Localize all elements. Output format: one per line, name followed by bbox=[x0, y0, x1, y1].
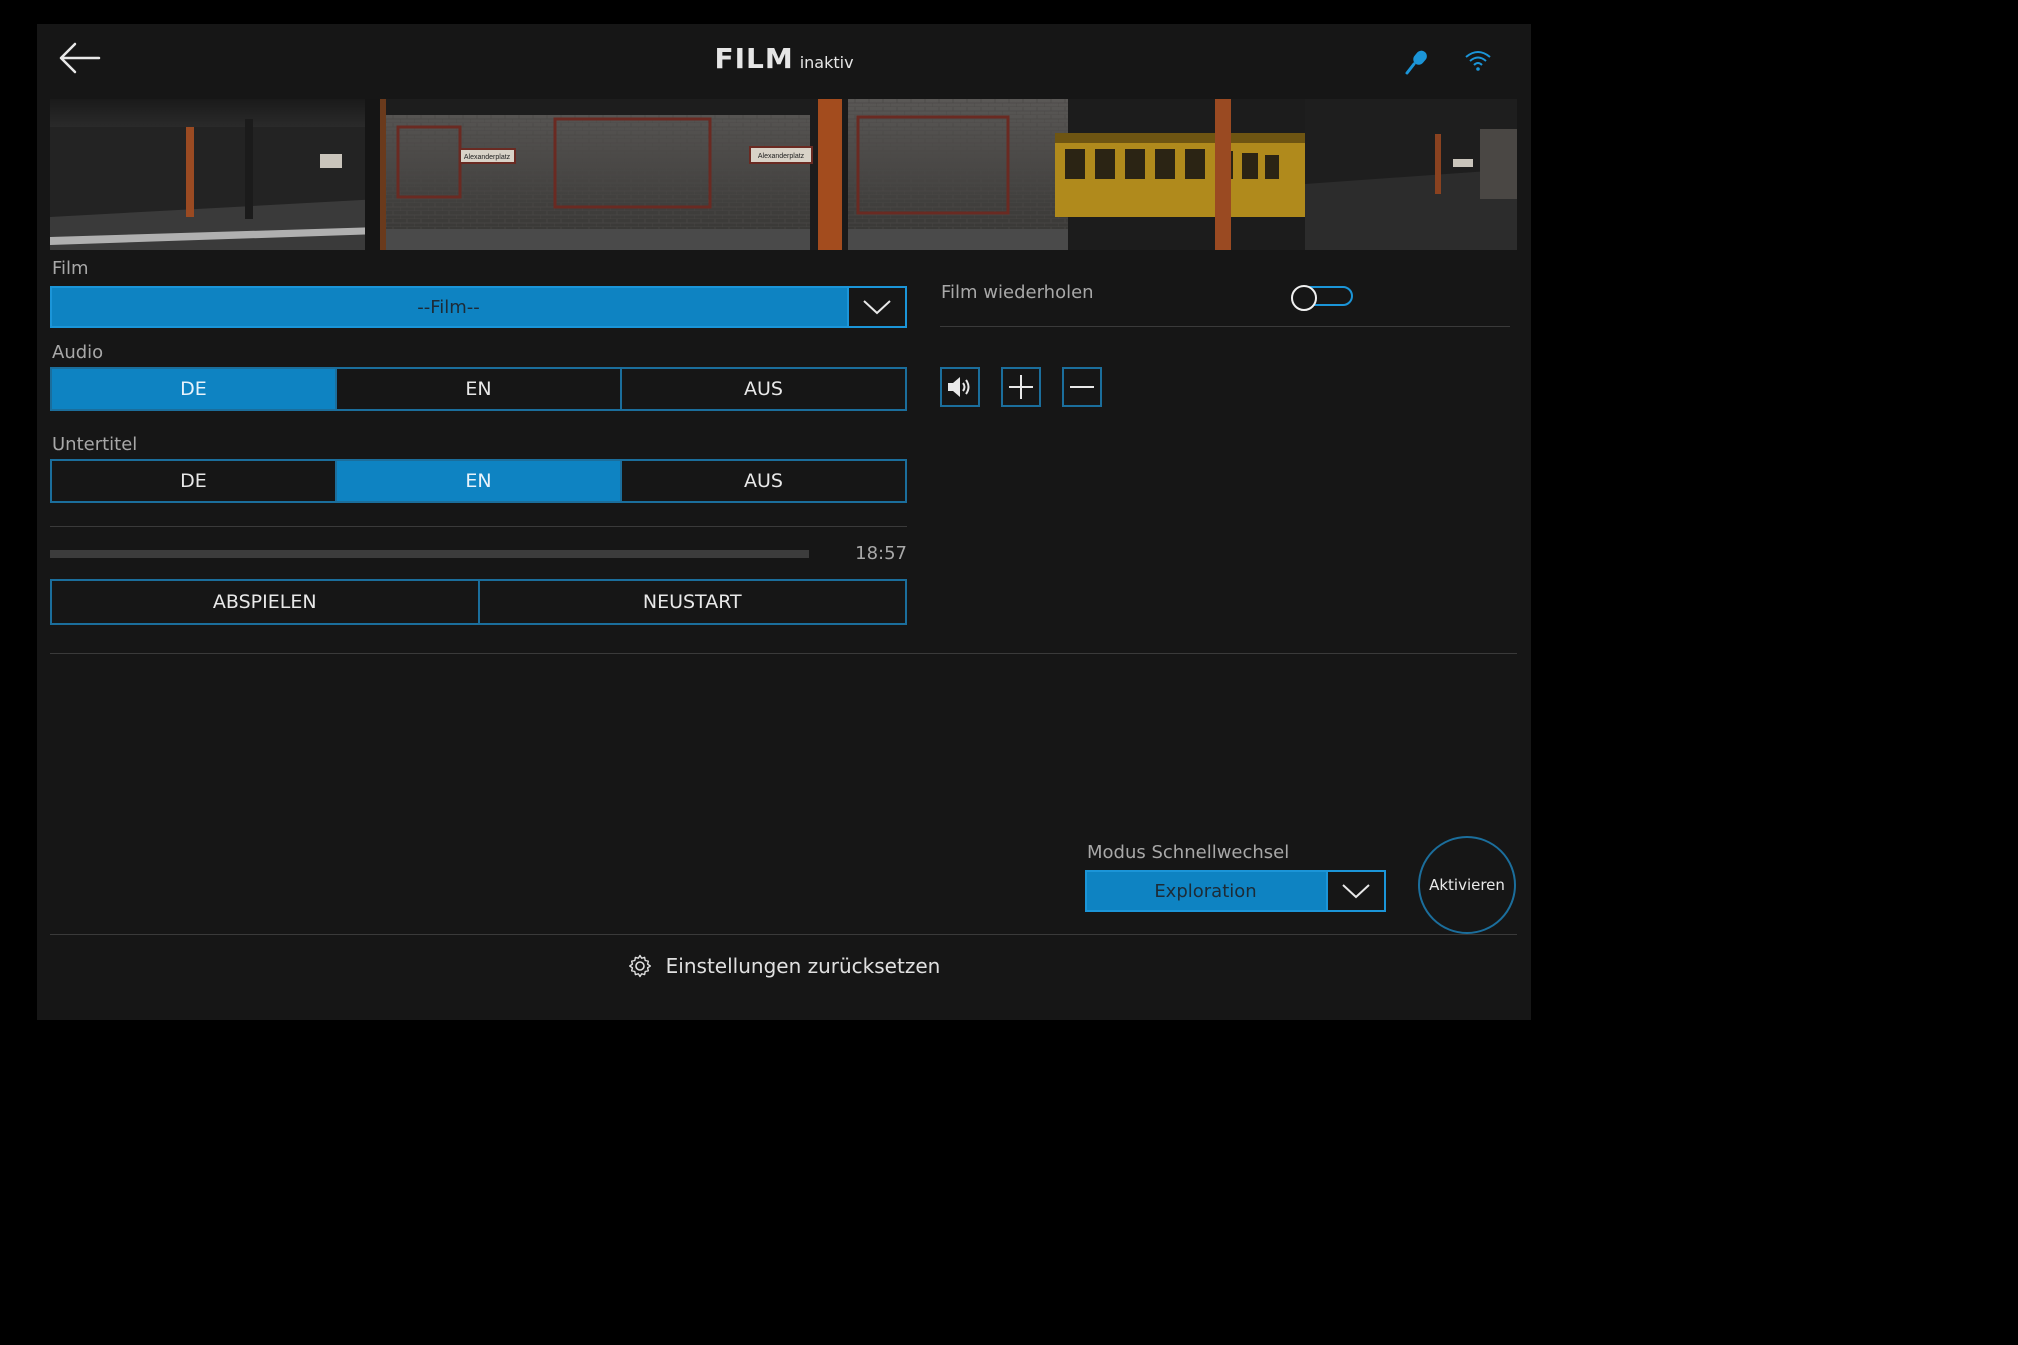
speaker-button[interactable] bbox=[940, 367, 980, 407]
station-sign-text-1: Alexanderplatz bbox=[464, 154, 511, 161]
film-dropdown[interactable]: --Film-- bbox=[50, 286, 907, 328]
plus-icon bbox=[1009, 375, 1033, 399]
station-panorama-image: Alexanderplatz Alexanderplatz bbox=[50, 99, 1517, 250]
duration-text: 18:57 bbox=[855, 543, 907, 564]
audio-option-de[interactable]: DE bbox=[52, 369, 337, 409]
film-label: Film bbox=[52, 258, 89, 279]
divider bbox=[50, 526, 907, 527]
film-dropdown-value: --Film-- bbox=[417, 296, 480, 318]
subtitles-option-off[interactable]: AUS bbox=[622, 461, 905, 501]
divider bbox=[50, 934, 1517, 935]
restart-button[interactable]: NEUSTART bbox=[480, 581, 906, 623]
repeat-label: Film wiederholen bbox=[941, 282, 1094, 303]
play-button[interactable]: ABSPIELEN bbox=[52, 581, 480, 623]
speaker-icon bbox=[948, 377, 970, 397]
title-text: FILM bbox=[714, 42, 794, 75]
quick-mode-label: Modus Schnellwechsel bbox=[1087, 842, 1290, 863]
film-control-screen: FILM inaktiv Alexanderplatz Alexanderpla… bbox=[37, 24, 1531, 1020]
repeat-toggle[interactable] bbox=[1291, 285, 1355, 311]
quick-mode-dropdown[interactable]: Exploration bbox=[1085, 870, 1386, 912]
playback-buttons: ABSPIELEN NEUSTART bbox=[50, 579, 907, 625]
station-sign-text-2: Alexanderplatz bbox=[758, 153, 805, 160]
activate-button[interactable]: Aktivieren bbox=[1418, 836, 1516, 934]
status-text: inaktiv bbox=[799, 53, 854, 72]
audio-option-off[interactable]: AUS bbox=[622, 369, 905, 409]
page-title: FILM inaktiv bbox=[37, 42, 1531, 75]
wifi-icon bbox=[1463, 48, 1493, 74]
microphone-icon[interactable] bbox=[1403, 48, 1431, 76]
chevron-down-icon bbox=[1326, 870, 1386, 912]
gear-icon bbox=[628, 954, 651, 978]
chevron-down-icon bbox=[847, 286, 907, 328]
volume-down-button[interactable] bbox=[1062, 367, 1102, 407]
subtitles-option-de[interactable]: DE bbox=[52, 461, 337, 501]
toggle-knob bbox=[1291, 285, 1317, 311]
audio-label: Audio bbox=[52, 342, 104, 363]
reset-settings-label: Einstellungen zurücksetzen bbox=[665, 954, 941, 978]
minus-icon bbox=[1070, 386, 1094, 388]
quick-mode-value: Exploration bbox=[1154, 880, 1257, 902]
playback-progress-bar[interactable] bbox=[50, 550, 809, 558]
subtitles-label: Untertitel bbox=[52, 434, 138, 455]
subtitles-option-en[interactable]: EN bbox=[337, 461, 622, 501]
subtitles-segmented-control: DE EN AUS bbox=[50, 459, 907, 503]
reset-settings-button[interactable]: Einstellungen zurücksetzen bbox=[37, 954, 1531, 978]
volume-up-button[interactable] bbox=[1001, 367, 1041, 407]
divider bbox=[940, 326, 1510, 327]
audio-option-en[interactable]: EN bbox=[337, 369, 622, 409]
divider bbox=[50, 653, 1517, 654]
audio-segmented-control: DE EN AUS bbox=[50, 367, 907, 411]
